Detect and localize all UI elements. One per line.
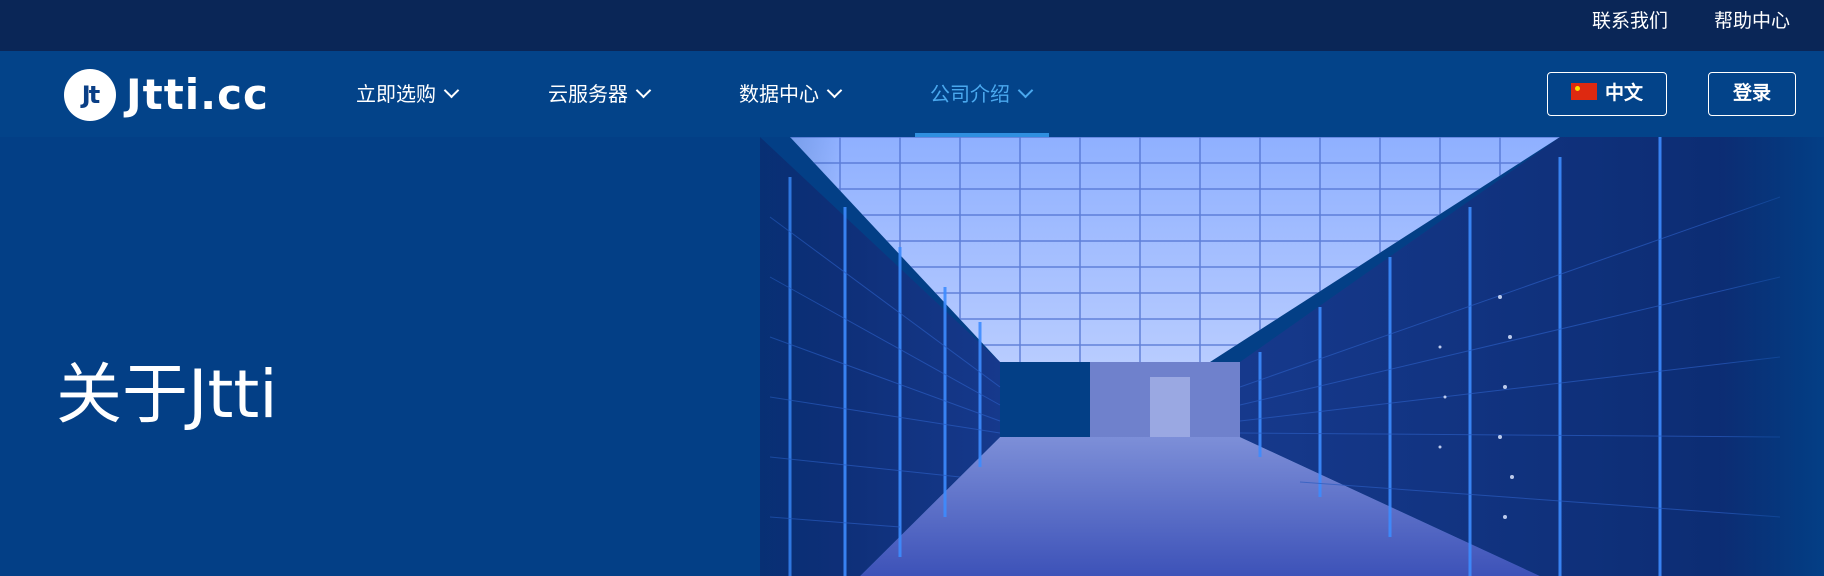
nav-item-buy-now[interactable]: 立即选购 <box>356 51 460 137</box>
login-label: 登录 <box>1732 82 1771 104</box>
nav-item-label: 公司介绍 <box>930 82 1010 106</box>
chevron-down-icon <box>635 82 652 99</box>
nav-item-label: 云服务器 <box>548 82 628 106</box>
main-navbar: Jt Jtti.cc 立即选购 云服务器 数据中心 公司介绍 中文 登录 <box>0 51 1824 137</box>
nav-item-data-centers[interactable]: 数据中心 <box>739 51 843 137</box>
logo-badge-text: Jt <box>81 81 100 109</box>
china-flag-icon <box>1570 83 1597 100</box>
nav-item-cloud-servers[interactable]: 云服务器 <box>548 51 652 137</box>
top-utility-bar: 联系我们 帮助中心 <box>0 0 1824 52</box>
nav-item-label: 立即选购 <box>356 82 436 106</box>
login-button[interactable]: 登录 <box>1708 72 1796 116</box>
help-center-link[interactable]: 帮助中心 <box>1714 0 1790 42</box>
nav-item-about-company[interactable]: 公司介绍 <box>930 51 1034 137</box>
language-button[interactable]: 中文 <box>1547 72 1667 116</box>
logo-badge-icon: Jt <box>64 69 116 121</box>
logo-wordmark: Jtti.cc <box>126 70 269 119</box>
chevron-down-icon <box>443 82 460 99</box>
site-logo[interactable]: Jt Jtti.cc <box>64 69 284 121</box>
chevron-down-icon <box>1017 82 1034 99</box>
nav-item-label: 数据中心 <box>739 82 819 106</box>
language-label: 中文 <box>1604 82 1643 104</box>
hero-title: 关于Jtti <box>56 356 278 433</box>
page: 联系我们 帮助中心 Jt Jtti.cc 立即选购 云服务器 数据中心 公司介绍… <box>0 0 1824 576</box>
nav-active-indicator <box>915 133 1049 137</box>
contact-us-link[interactable]: 联系我们 <box>1592 0 1668 42</box>
chevron-down-icon <box>826 82 843 99</box>
hero-banner: 关于Jtti <box>0 137 1824 576</box>
